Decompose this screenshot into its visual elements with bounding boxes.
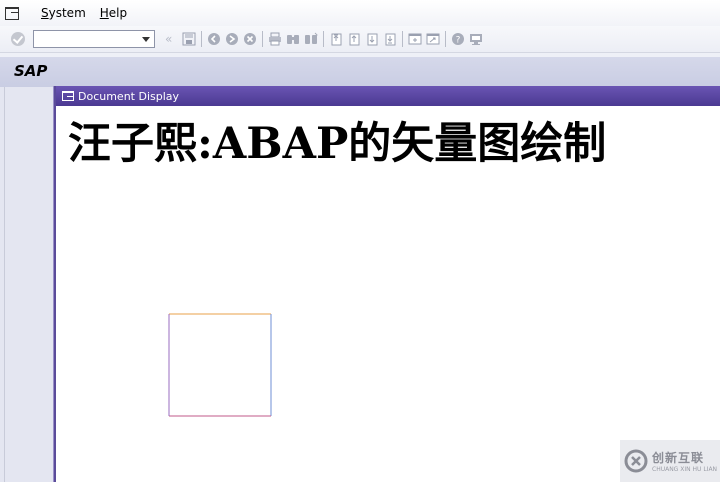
- exit-icon[interactable]: [224, 31, 240, 47]
- standard-toolbar: « ?: [0, 26, 720, 53]
- svg-text:?: ?: [456, 36, 461, 46]
- title-bar: SAP: [0, 57, 720, 87]
- find-icon[interactable]: [285, 31, 301, 47]
- chevron-down-icon[interactable]: [142, 37, 150, 42]
- sap-logo: SAP: [14, 62, 48, 80]
- toolbar-separator: [402, 31, 404, 47]
- window-menu-icon[interactable]: [62, 91, 74, 101]
- watermark-logo-icon: [624, 449, 648, 473]
- back-icon[interactable]: [206, 31, 222, 47]
- document-display-dialog: Document Display 汪子熙:ABAP的矢量图绘制: [54, 86, 720, 482]
- save-icon[interactable]: [181, 31, 197, 47]
- menu-bar: System Help: [0, 0, 720, 26]
- menu-mnemonic: S: [41, 6, 49, 20]
- first-page-icon[interactable]: [328, 31, 344, 47]
- command-input[interactable]: [34, 31, 138, 47]
- toolbar-separator: [262, 31, 264, 47]
- watermark-text-cn: 创新互联: [652, 451, 705, 465]
- create-session-icon[interactable]: [407, 31, 423, 47]
- find-next-icon[interactable]: [303, 31, 319, 47]
- document-canvas: 汪子熙:ABAP的矢量图绘制: [56, 106, 720, 482]
- toolbar-separator: [445, 31, 447, 47]
- last-page-icon[interactable]: [382, 31, 398, 47]
- window-menu-icon[interactable]: [5, 7, 19, 20]
- next-page-icon[interactable]: [364, 31, 380, 47]
- help-icon[interactable]: ?: [450, 31, 466, 47]
- toolbar-separator: [201, 31, 203, 47]
- previous-page-icon[interactable]: [346, 31, 362, 47]
- cancel-icon[interactable]: [242, 31, 258, 47]
- command-field[interactable]: [33, 30, 155, 48]
- menu-mnemonic: H: [99, 6, 109, 20]
- enter-icon[interactable]: [11, 32, 25, 46]
- menu-help[interactable]: Help: [100, 6, 127, 20]
- vector-rectangle: [168, 313, 272, 417]
- dialog-title: Document Display: [78, 89, 180, 103]
- print-icon[interactable]: [267, 31, 283, 47]
- watermark: 创新互联 CHUANG XIN HU LIAN: [620, 440, 720, 482]
- generate-shortcut-icon[interactable]: [425, 31, 441, 47]
- watermark-text-en: CHUANG XIN HU LIAN: [652, 466, 718, 473]
- toolbar-separator: [323, 31, 325, 47]
- menu-system[interactable]: System: [41, 6, 86, 20]
- collapse-toolbar-icon[interactable]: «: [165, 32, 172, 46]
- customize-layout-icon[interactable]: [468, 31, 484, 47]
- left-panel: [0, 87, 54, 482]
- document-heading: 汪子熙:ABAP的矢量图绘制: [68, 119, 607, 169]
- dialog-title-bar[interactable]: Document Display: [56, 86, 720, 106]
